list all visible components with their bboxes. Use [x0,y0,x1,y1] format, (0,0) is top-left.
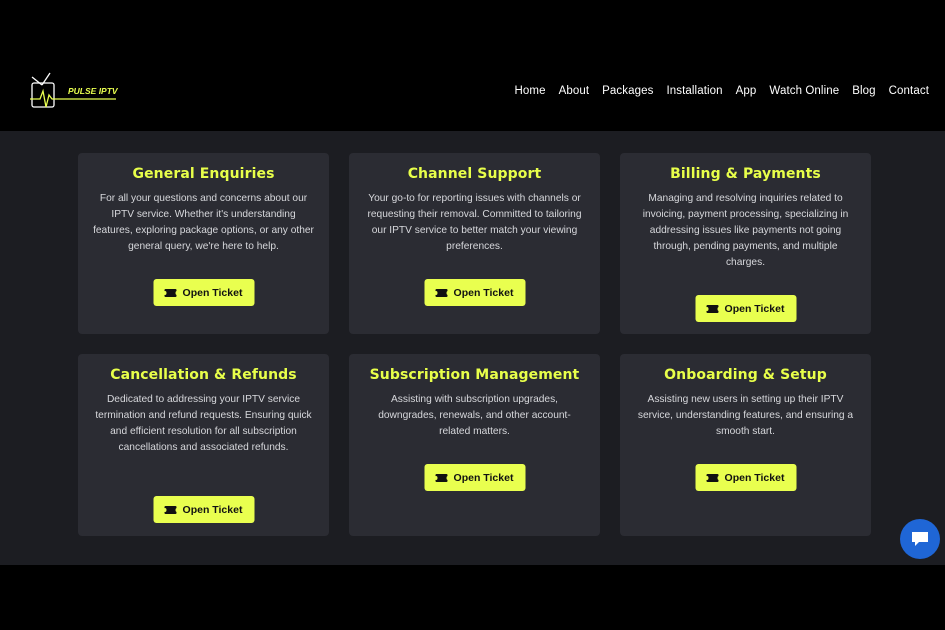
ticket-icon [705,473,721,482]
ticket-icon [434,288,450,297]
open-ticket-button[interactable]: Open Ticket [424,279,525,306]
nav-app[interactable]: App [736,85,757,97]
chat-icon [912,532,928,546]
main-nav: Home About Packages Installation App Wat… [515,85,929,97]
nav-about[interactable]: About [559,85,590,97]
nav-home[interactable]: Home [515,85,546,97]
card-billing-payments: Billing & Payments Managing and resolvin… [620,153,871,334]
button-label: Open Ticket [182,503,243,516]
open-ticket-button[interactable]: Open Ticket [695,464,796,491]
nav-blog[interactable]: Blog [852,85,875,97]
open-ticket-button[interactable]: Open Ticket [153,496,254,523]
support-section: General Enquiries For all your questions… [0,131,945,565]
nav-packages[interactable]: Packages [602,85,653,97]
pulse-iptv-logo[interactable]: PULSE IPTV [28,69,120,113]
card-description: Your go-to for reporting issues with cha… [367,193,582,252]
chat-launcher-button[interactable] [900,519,940,559]
card-channel-support: Channel Support Your go-to for reporting… [349,153,600,334]
nav-installation[interactable]: Installation [666,85,722,97]
nav-contact[interactable]: Contact [889,85,929,97]
nav-watch-online[interactable]: Watch Online [769,85,839,97]
card-title: General Enquiries [132,166,275,182]
card-subscription-management: Subscription Management Assisting with s… [349,354,600,536]
card-title: Subscription Management [369,367,580,383]
card-title: Cancellation & Refunds [110,367,297,383]
card-description: Managing and resolving inquiries related… [642,193,849,268]
card-title: Billing & Payments [670,166,821,182]
button-label: Open Ticket [724,302,785,315]
card-general-enquiries: General Enquiries For all your questions… [78,153,329,334]
open-ticket-button[interactable]: Open Ticket [424,464,525,491]
button-label: Open Ticket [453,286,514,299]
card-title: Channel Support [407,166,542,182]
ticket-icon [705,304,721,313]
button-label: Open Ticket [724,471,785,484]
support-card-grid: General Enquiries For all your questions… [78,153,871,536]
ticket-icon [434,473,450,482]
card-title: Onboarding & Setup [664,367,827,383]
open-ticket-button[interactable]: Open Ticket [153,279,254,306]
svg-text:PULSE IPTV: PULSE IPTV [68,86,119,96]
card-description: Assisting new users in setting up their … [637,394,854,437]
button-label: Open Ticket [182,286,243,299]
card-description: Dedicated to addressing your IPTV servic… [95,394,312,453]
card-cancellation-refunds: Cancellation & Refunds Dedicated to addr… [78,354,329,536]
card-onboarding-setup: Onboarding & Setup Assisting new users i… [620,354,871,536]
card-description: For all your questions and concerns abou… [93,193,314,252]
ticket-icon [163,288,179,297]
button-label: Open Ticket [453,471,514,484]
card-description: Assisting with subscription upgrades, do… [378,394,571,437]
site-header: PULSE IPTV Home About Packages Installat… [0,55,945,131]
ticket-icon [163,505,179,514]
open-ticket-button[interactable]: Open Ticket [695,295,796,322]
